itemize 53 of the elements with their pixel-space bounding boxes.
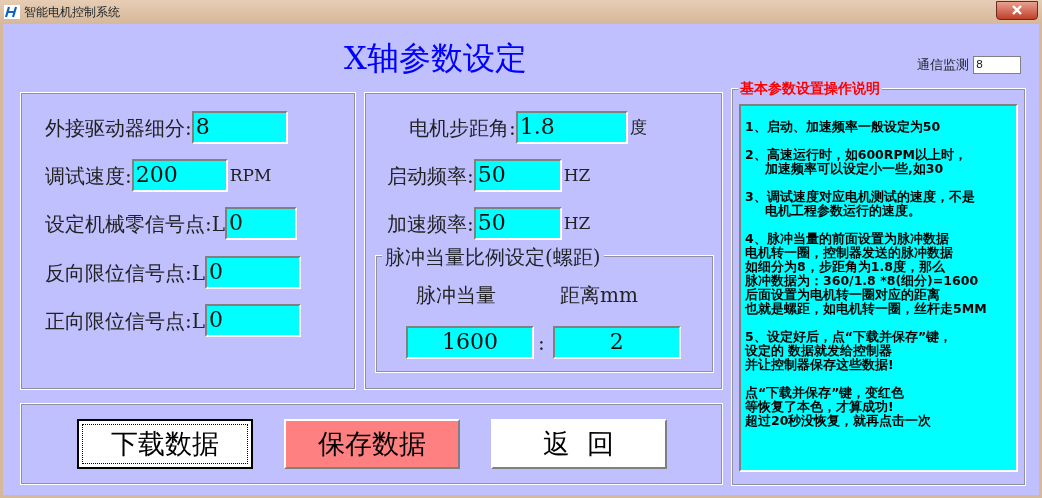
input-field[interactable]: 2 — [552, 326, 681, 359]
help-line: 电机转一圈，控制器发送的脉冲数据 — [745, 246, 953, 260]
monitor-label: 通信监测 — [917, 56, 969, 75]
field-label: 外接驱动器细分: — [45, 114, 192, 142]
help-line: 点“下载并保存”键，变红色 — [745, 386, 905, 400]
input-field[interactable]: 50 — [473, 159, 562, 192]
input-field[interactable]: 200 — [131, 159, 228, 192]
help-line: 并让控制器保存这些数据! — [745, 358, 894, 372]
separator-label: : — [538, 329, 545, 357]
input-field[interactable]: 50 — [473, 207, 562, 240]
help-line: 电机工程参数运行的速度。 — [765, 204, 921, 218]
help-line: 2、高速运行时，如600RPM以上时， — [745, 148, 967, 162]
help-line: 加速频率可以设定小一些,如30 — [765, 162, 944, 176]
action-button[interactable]: 下载数据 — [76, 419, 253, 469]
field-label: 调试速度: — [45, 162, 132, 190]
input-field[interactable]: 0 — [225, 207, 298, 240]
help-line: 如细分为8，步距角为1.8度，那么 — [745, 260, 945, 274]
close-button[interactable] — [996, 0, 1038, 20]
monitor-field[interactable]: 8 — [973, 56, 1021, 74]
column-label: 距离mm — [560, 281, 638, 309]
action-button[interactable]: 保存数据 — [283, 419, 460, 469]
input-field[interactable]: 8 — [191, 111, 288, 144]
help-line: 设定的 数据就发给控制器 — [745, 344, 893, 358]
unit-label: 度 — [629, 115, 647, 139]
help-line: 等恢复了本色，才算成功! — [745, 400, 894, 414]
input-field[interactable]: 1600 — [406, 326, 534, 359]
unit-label: HZ — [563, 163, 591, 187]
close-icon — [1011, 5, 1023, 15]
help-line: 脉冲数据为：360/1.8 *8(细分)=1600 — [745, 274, 979, 288]
field-label: 正向限位信号点:L — [45, 307, 206, 335]
window-title: 智能电机控制系统 — [24, 4, 120, 21]
column-label: 脉冲当量 — [416, 281, 496, 309]
help-legend: 基本参数设置操作说明 — [738, 78, 882, 99]
help-line: 3、调试速度对应电机测试的速度，不是 — [745, 190, 975, 204]
help-line: 后面设置为电机转一圈对应的距离 — [745, 288, 940, 302]
unit-label: HZ — [563, 211, 591, 235]
field-label: 反向限位信号点:L — [45, 259, 206, 287]
input-field[interactable]: 0 — [205, 256, 302, 289]
help-line: 也就是螺距，如电机转一圈，丝杆走5MM — [745, 302, 987, 316]
field-label: 电机步距角: — [409, 114, 516, 142]
help-line: 5、设定好后，点“下载并保存”键， — [745, 330, 953, 344]
field-label: 加速频率: — [387, 210, 474, 238]
input-field[interactable]: 1.8 — [515, 111, 628, 144]
field-label: 设定机械零信号点:L — [45, 210, 226, 238]
help-line: 超过20秒没恢复，就再点击一次 — [745, 414, 932, 428]
unit-label: RPM — [229, 163, 272, 187]
help-line: 4、脉冲当量的前面设置为脉冲数据 — [745, 232, 949, 246]
app-logo-icon — [4, 5, 20, 19]
page-heading: X轴参数设定 — [343, 38, 527, 79]
help-line: 1、启动、加速频率一般设定为50 — [745, 120, 941, 134]
input-field[interactable]: 0 — [205, 304, 302, 337]
action-button[interactable]: 返 回 — [490, 419, 667, 469]
field-label: 启动频率: — [387, 162, 474, 190]
